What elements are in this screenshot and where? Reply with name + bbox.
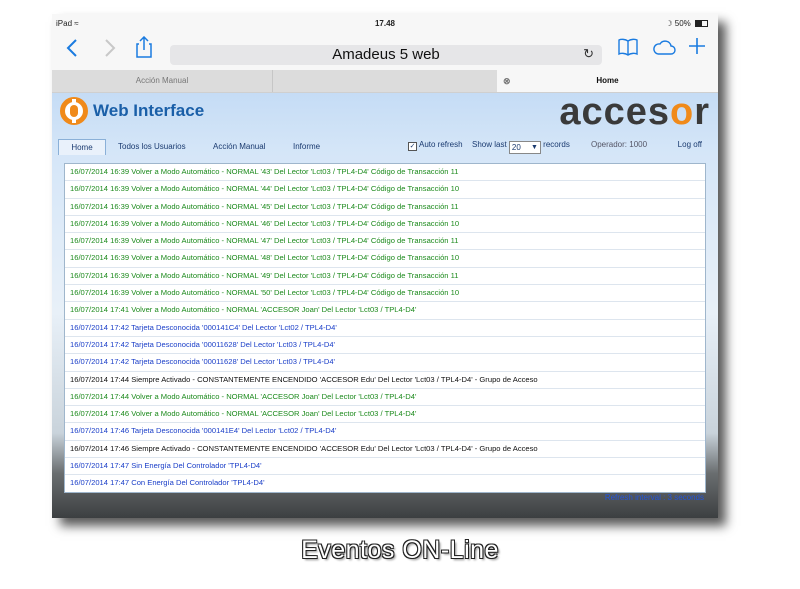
bookmarks-icon[interactable] <box>618 38 638 56</box>
new-tab-icon[interactable] <box>688 37 706 55</box>
auto-refresh-toggle[interactable]: ✓ Auto refresh <box>408 140 463 151</box>
battery-status: ☽ 50% <box>665 19 708 28</box>
address-bar[interactable]: Amadeus 5 web ↻ <box>170 45 602 65</box>
event-row: 16/07/2014 16:39 Volver a Modo Automátic… <box>65 181 705 199</box>
nav-home[interactable]: Home <box>58 139 106 155</box>
event-row: 16/07/2014 16:39 Volver a Modo Automátic… <box>65 250 705 268</box>
safari-toolbar: Amadeus 5 web ↻ <box>52 32 718 70</box>
status-bar: iPad ≈ 17.48 ☽ 50% <box>52 14 718 32</box>
event-row: 16/07/2014 17:47 Sin Energía Del Control… <box>65 458 705 476</box>
page-title: Amadeus 5 web <box>332 46 440 63</box>
event-row: 16/07/2014 16:39 Volver a Modo Automátic… <box>65 164 705 182</box>
event-row: 16/07/2014 17:44 Siempre Activado - CONS… <box>65 372 705 389</box>
event-row: 16/07/2014 17:46 Tarjeta Desconocida '00… <box>65 423 705 441</box>
auto-refresh-checkbox[interactable]: ✓ <box>408 142 417 151</box>
event-row: 16/07/2014 17:41 Volver a Modo Automátic… <box>65 302 705 320</box>
close-tab-icon[interactable]: ⊗ <box>503 70 511 92</box>
back-icon[interactable] <box>66 38 78 58</box>
event-row: 16/07/2014 16:39 Volver a Modo Automátic… <box>65 268 705 286</box>
nav-informe[interactable]: Informe <box>293 139 320 154</box>
web-page: Web Interface accesor Home Todos los Usu… <box>52 91 718 518</box>
event-row: 16/07/2014 16:39 Volver a Modo Automátic… <box>65 285 705 303</box>
chevron-down-icon: ▼ <box>530 144 538 151</box>
event-row: 16/07/2014 17:46 Siempre Activado - CONS… <box>65 441 705 459</box>
brand-logo: accesor <box>559 91 710 133</box>
battery-icon <box>695 20 708 27</box>
operator-label: Operador: 1000 <box>591 140 648 149</box>
clock: 17.48 <box>374 19 396 28</box>
show-last-control: Show last 20 ▼ records <box>472 140 570 154</box>
reload-icon[interactable]: ↻ <box>583 46 594 62</box>
site-title: Web Interface <box>93 101 205 120</box>
ipad-screen: iPad ≈ 17.48 ☽ 50% Amadeus 5 web ↻ Acció… <box>52 14 718 518</box>
event-row: 16/07/2014 17:46 Volver a Modo Automátic… <box>65 406 705 424</box>
moon-icon: ☽ <box>665 19 673 28</box>
event-row: 16/07/2014 17:47 Con Energía Del Control… <box>65 475 705 492</box>
event-row: 16/07/2014 17:44 Volver a Modo Automátic… <box>65 389 705 407</box>
event-row: 16/07/2014 17:42 Tarjeta Desconocida '00… <box>65 354 705 372</box>
event-row: 16/07/2014 16:39 Volver a Modo Automátic… <box>65 233 705 251</box>
nav-todos-usuarios[interactable]: Todos los Usuarios <box>118 139 186 154</box>
forward-icon[interactable] <box>104 38 116 58</box>
tab-empty <box>273 70 497 92</box>
tab-home[interactable]: ⊗ Home <box>497 70 718 92</box>
tab-bar: Acción Manual ⊗ Home <box>52 70 718 93</box>
event-row: 16/07/2014 17:42 Tarjeta Desconocida '00… <box>65 320 705 337</box>
tab-home-label: Home <box>596 76 619 85</box>
event-row: 16/07/2014 16:39 Volver a Modo Automátic… <box>65 199 705 216</box>
logoff-link[interactable]: Log off <box>678 140 702 149</box>
battery-percent: 50% <box>674 19 691 28</box>
refresh-interval-note: Refresh interval : 3 seconds <box>604 493 704 502</box>
event-row: 16/07/2014 16:39 Volver a Modo Automátic… <box>65 216 705 234</box>
records-select[interactable]: 20 ▼ <box>508 141 541 154</box>
power-logo-icon <box>60 97 88 125</box>
main-nav: Home Todos los Usuarios Acción Manual In… <box>58 139 712 155</box>
event-row: 16/07/2014 17:42 Tarjeta Desconocida '00… <box>65 337 705 355</box>
share-icon[interactable] <box>136 36 152 58</box>
tab-accion-manual[interactable]: Acción Manual <box>52 70 273 92</box>
battery-fill <box>696 21 702 26</box>
nav-accion-manual[interactable]: Acción Manual <box>213 139 265 154</box>
caption: Eventos ON-Line <box>301 536 499 564</box>
events-list: 16/07/2014 16:39 Volver a Modo Automátic… <box>64 163 706 493</box>
icloud-tabs-icon[interactable] <box>652 39 676 55</box>
